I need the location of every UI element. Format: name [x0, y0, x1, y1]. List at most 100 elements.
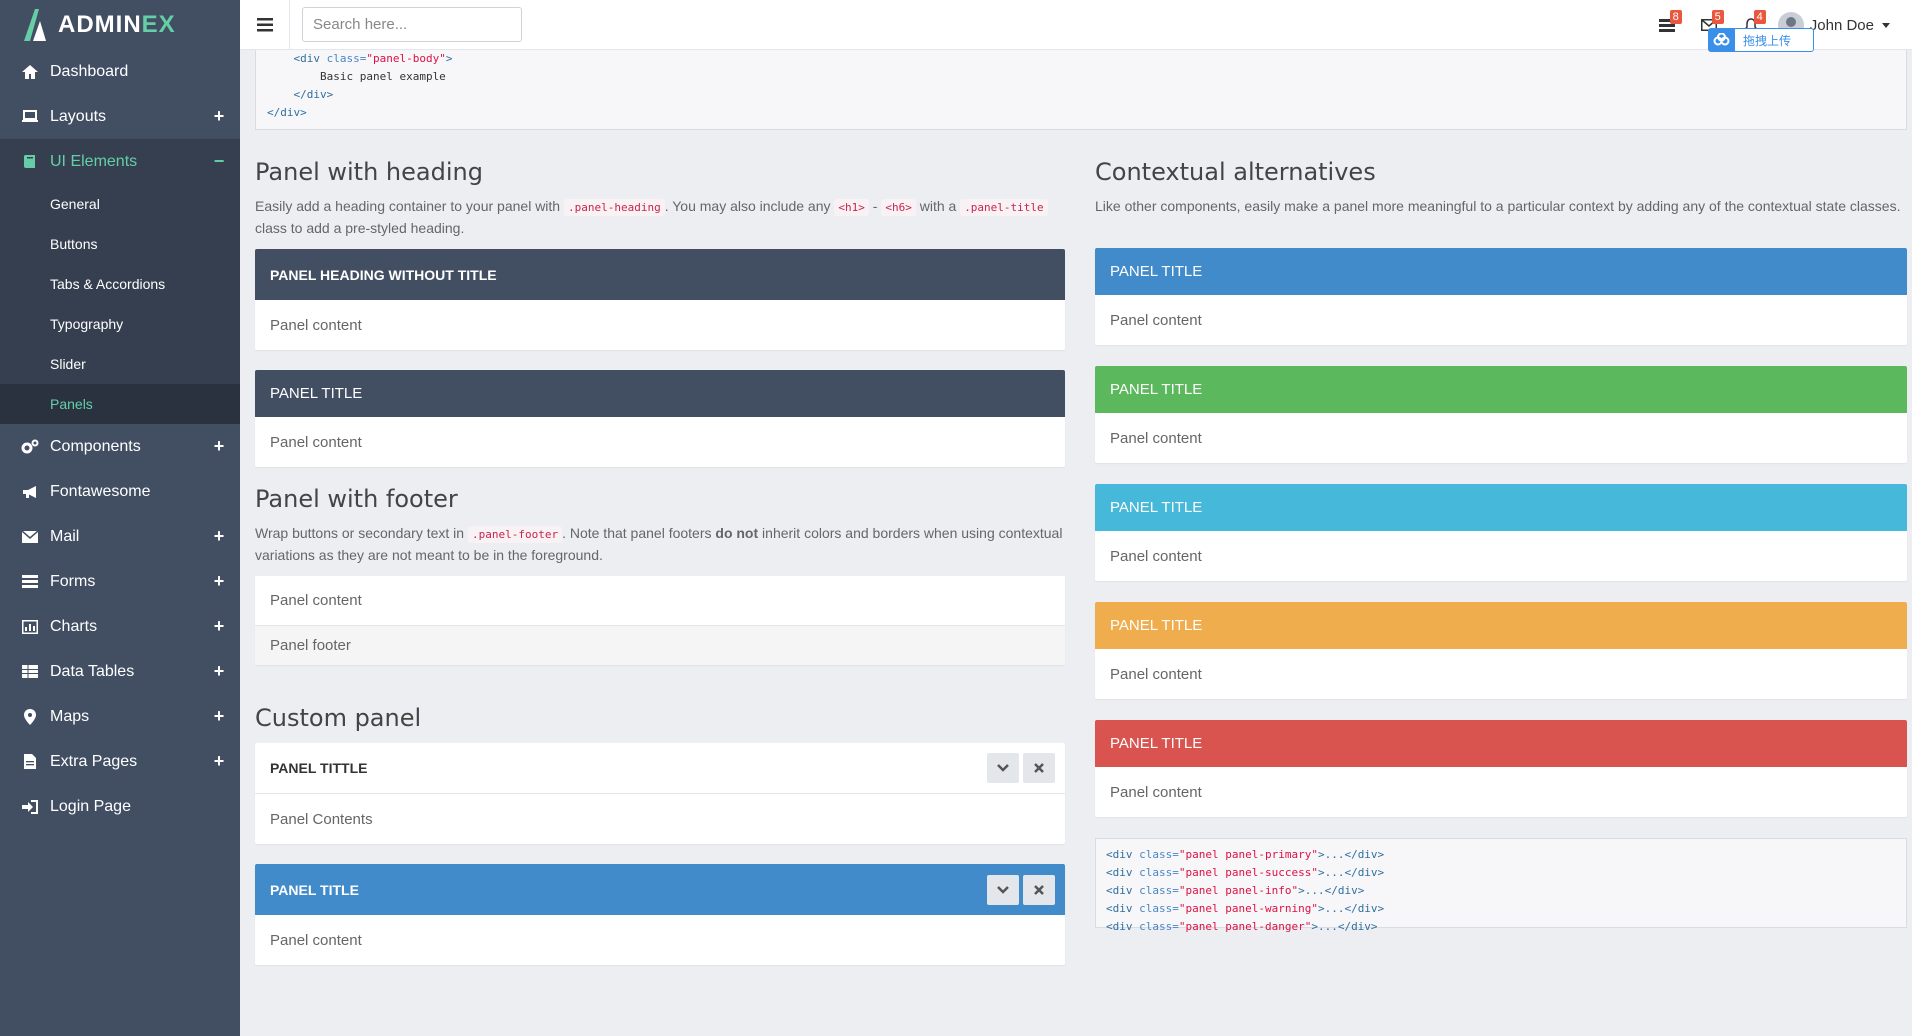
sidebar-item-label: Fontawesome	[50, 482, 151, 500]
code-string: "panel panel-danger"	[1178, 920, 1312, 933]
code-string: "panel panel-primary"	[1178, 848, 1318, 861]
sidebar-item-charts[interactable]: Charts +	[0, 604, 240, 649]
sidebar-item-label: Data Tables	[50, 662, 135, 680]
submenu-item-typography[interactable]: Typography	[0, 304, 240, 344]
sidebar-item-label: UI Elements	[50, 152, 138, 170]
panel-warning: PANEL TITLE Panel content	[1095, 602, 1907, 699]
sidebar-item-label: Mail	[50, 527, 80, 545]
code-string: "panel panel-success"	[1178, 866, 1318, 879]
sidebar-item-label: Login Page	[50, 797, 131, 815]
sidebar-item-label: Maps	[50, 707, 90, 725]
desc-text: class to add a pre-styled heading.	[255, 220, 465, 236]
desc-text: . You may also include any	[664, 198, 835, 214]
panel-body: Panel content	[1110, 783, 1202, 801]
sidebar-item-dashboard[interactable]: Dashboard	[0, 49, 240, 94]
code-attr: class=	[1139, 902, 1179, 915]
panel-heading: PANEL HEADING WITHOUT TITLE	[255, 249, 1065, 300]
code-tag: <div	[1106, 848, 1140, 861]
sidebar-item-fontawesome[interactable]: Fontawesome	[0, 469, 240, 514]
map-marker-icon	[20, 708, 40, 726]
section-desc-contextual: Like other components, easily make a pan…	[1095, 198, 1901, 214]
sidebar-item-label: Forms	[50, 572, 96, 590]
panel-body: Panel content	[270, 433, 362, 451]
user-name: John Doe	[1809, 16, 1874, 34]
panel-with-footer: Panel content Panel footer	[255, 576, 1065, 665]
code-tag: >...</div>	[1317, 866, 1385, 879]
collapse-panel-button[interactable]	[987, 874, 1019, 905]
panel-success: PANEL TITLE Panel content	[1095, 366, 1907, 463]
notifications-badge: 4	[1753, 10, 1766, 24]
code-example-contextual: <div class="panel panel-primary">...</di…	[1095, 838, 1907, 933]
tasks-icon	[20, 573, 40, 591]
sidebar-item-extra-pages[interactable]: Extra Pages +	[0, 739, 240, 784]
search-input[interactable]	[302, 7, 522, 42]
submenu-item-slider[interactable]: Slider	[0, 344, 240, 384]
inline-code: .panel-footer	[467, 526, 563, 543]
submenu-item-panels[interactable]: Panels	[0, 384, 240, 424]
book-icon	[20, 153, 40, 171]
sidebar-item-login-page[interactable]: Login Page	[0, 784, 240, 829]
code-example-basic: <div class="panel-body"> Basic panel exa…	[255, 50, 1907, 130]
sidebar-item-forms[interactable]: Forms +	[0, 559, 240, 604]
code-tag: </div>	[267, 106, 307, 119]
sidebar-item-data-tables[interactable]: Data Tables +	[0, 649, 240, 694]
cloud-upload-icon	[1709, 29, 1735, 51]
expand-icon: +	[213, 436, 225, 456]
brand-logo[interactable]: ADMIN EX	[0, 0, 240, 49]
chevron-down-icon	[997, 764, 1009, 772]
panel-info: PANEL TITLE Panel content	[1095, 484, 1907, 581]
panel-heading: PANEL TITLE	[1095, 248, 1907, 295]
expand-icon: +	[213, 106, 225, 126]
panel-body: Panel content	[1110, 665, 1202, 683]
expand-icon: +	[213, 661, 225, 681]
code-attr: class=	[1139, 866, 1179, 879]
drag-upload-button[interactable]: 拖拽上传	[1708, 28, 1814, 52]
sidebar-item-label: Layouts	[50, 107, 107, 125]
logo-icon	[24, 8, 46, 41]
panel-danger: PANEL TITLE Panel content	[1095, 720, 1907, 817]
panel-body: Panel content	[270, 931, 362, 949]
panel-title: PANEL TITTLE	[270, 760, 368, 776]
panel-heading: PANEL TITLE	[255, 370, 1065, 417]
panel-heading: PANEL TITTLE	[255, 743, 1065, 794]
menu-toggle-button[interactable]	[240, 0, 290, 50]
code-string: "panel panel-info"	[1178, 884, 1299, 897]
sidebar-item-label: Extra Pages	[50, 752, 138, 770]
ui-elements-submenu: General Buttons Tabs & Accordions Typogr…	[0, 184, 240, 424]
section-title-footer: Panel with footer	[255, 485, 458, 513]
sidebar-item-label: Dashboard	[50, 62, 129, 80]
caret-down-icon	[1882, 22, 1890, 28]
sign-in-icon	[20, 798, 40, 816]
sidebar-item-components[interactable]: Components +	[0, 424, 240, 469]
panel-body: Panel content	[1110, 311, 1202, 329]
close-panel-button[interactable]	[1023, 874, 1055, 905]
home-icon	[20, 63, 40, 81]
submenu-item-general[interactable]: General	[0, 184, 240, 224]
sidebar-item-mail[interactable]: Mail +	[0, 514, 240, 559]
code-attr: class=	[1139, 848, 1179, 861]
custom-panel-primary: PANEL TITLE Panel content	[255, 864, 1065, 965]
bullhorn-icon	[20, 483, 40, 501]
envelope-icon	[20, 528, 40, 546]
sidebar-item-maps[interactable]: Maps +	[0, 694, 240, 739]
desc-text: Wrap buttons or secondary text in	[255, 525, 468, 541]
close-panel-button[interactable]	[1023, 753, 1055, 783]
tasks-dropdown-button[interactable]: 8	[1646, 0, 1688, 50]
sidebar-item-layouts[interactable]: Layouts +	[0, 94, 240, 139]
code-tag: >	[445, 52, 453, 65]
submenu-item-buttons[interactable]: Buttons	[0, 224, 240, 264]
panel-body: Panel Contents	[270, 810, 373, 828]
inline-code: .panel-title	[960, 199, 1048, 216]
code-tag: <div	[1106, 866, 1140, 879]
expand-icon: +	[213, 571, 225, 591]
desc-text: -	[868, 198, 882, 214]
table-icon	[20, 663, 40, 681]
submenu-item-tabs-accordions[interactable]: Tabs & Accordions	[0, 264, 240, 304]
collapse-panel-button[interactable]	[987, 753, 1019, 783]
panel-body: Panel content	[270, 592, 362, 609]
brand-name-b: EX	[141, 10, 176, 38]
panel-body: Panel content	[1110, 429, 1202, 447]
panel-heading: PANEL TITLE	[1095, 602, 1907, 649]
sidebar-item-ui-elements[interactable]: UI Elements −	[0, 139, 240, 184]
inline-code: <h6>	[881, 199, 916, 216]
